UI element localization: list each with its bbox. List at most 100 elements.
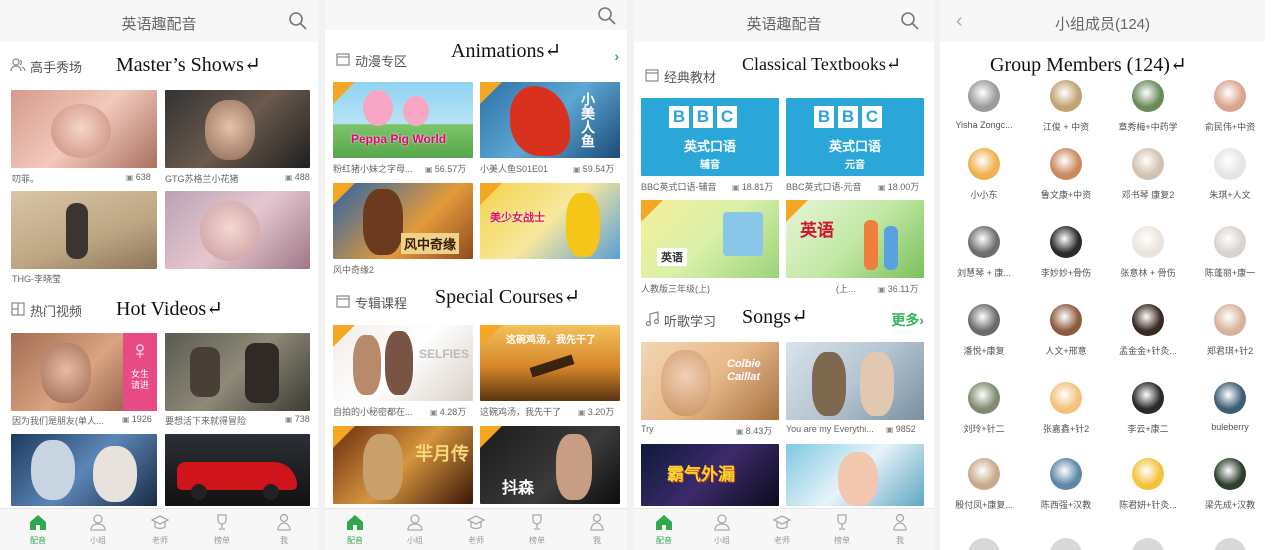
member-item[interactable]: 孟金金+针灸... — [1108, 304, 1188, 357]
tab-dub[interactable]: 配音 — [18, 513, 58, 546]
play-count: 488 — [285, 172, 310, 182]
member-item[interactable]: 章秀梅+中药学 — [1108, 80, 1188, 133]
video-thumbnail[interactable] — [11, 434, 157, 506]
video-thumbnail[interactable]: 羋月传 — [333, 426, 473, 504]
member-item[interactable]: 张嘉鑫+针2 — [1026, 382, 1106, 435]
tag-corner — [333, 426, 355, 448]
trophy-icon — [532, 514, 542, 530]
member-item[interactable]: 郑君琪+针2 — [1190, 304, 1270, 357]
panel-group-members: ‹ 小组成员(124) Group Members (124)↵ Yisha Z… — [940, 0, 1279, 550]
member-name: 鲁文康+中资 — [1040, 190, 1092, 200]
member-item[interactable]: 鲁文康+中资 — [1026, 148, 1106, 201]
member-item[interactable]: 刘玲+针二 — [944, 382, 1024, 435]
member-item[interactable]: 俞民伟+中资 — [1190, 80, 1270, 133]
more-arrow-icon[interactable]: › — [614, 48, 619, 64]
member-name: Yisha Zongc... — [955, 120, 1013, 130]
play-count: 36.11万 — [878, 282, 919, 295]
video-thumbnail[interactable] — [11, 191, 157, 269]
video-thumbnail[interactable]: 霸气外漏 — [641, 444, 779, 506]
member-item[interactable]: 陈西强+汉教 — [1026, 458, 1106, 511]
member-item[interactable]: 小小东 — [944, 148, 1024, 201]
member-item[interactable]: 殷付凤+康复... — [944, 458, 1024, 511]
video-caption: 自拍的小秘密都在... — [333, 407, 413, 417]
search-icon[interactable] — [900, 11, 920, 31]
member-item[interactable]: 李妙妙+骨伤 — [1026, 226, 1106, 279]
play-count: 738 — [285, 414, 310, 424]
video-thumbnail[interactable]: 小美人鱼 — [480, 82, 620, 158]
video-thumbnail[interactable]: 英语 — [786, 200, 924, 278]
video-thumbnail[interactable]: ♀ 女生请进 — [11, 333, 157, 411]
tab-me[interactable]: 我 — [577, 513, 617, 546]
video-thumbnail[interactable]: 这碗鸡汤，我先干了 — [480, 325, 620, 401]
tab-label: 老师 — [468, 536, 484, 545]
member-item[interactable]: 潘悦+康复 — [944, 304, 1024, 357]
member-item[interactable]: 陈蓬丽+康一 — [1190, 226, 1270, 279]
member-item[interactable]: 朱琪+人文 — [1190, 148, 1270, 201]
figure-art — [884, 226, 898, 270]
thumbnail-art-subtext: 元音 — [845, 160, 865, 171]
section-header-hot-videos: 热门视频 Hot Videos↵ — [0, 292, 318, 326]
figure-art — [353, 335, 381, 395]
video-thumbnail[interactable] — [786, 342, 924, 420]
video-thumbnail[interactable]: 英语 — [641, 200, 779, 278]
video-thumbnail[interactable]: 抖森 — [480, 426, 620, 504]
member-name: 小小东 — [970, 190, 998, 200]
tab-group[interactable]: 小组 — [78, 513, 118, 546]
tab-me[interactable]: 我 — [880, 513, 920, 546]
mermaid-art — [510, 86, 570, 156]
video-thumbnail[interactable] — [11, 90, 157, 168]
member-item[interactable]: 张意林 + 骨伤 — [1108, 226, 1188, 279]
member-item[interactable]: 李云+康二 — [1108, 382, 1188, 435]
tab-ranking[interactable]: 榜单 — [202, 513, 242, 546]
tab-group[interactable]: 小组 — [702, 513, 742, 546]
tab-teacher[interactable]: 老师 — [762, 513, 802, 546]
tab-me[interactable]: 我 — [264, 513, 304, 546]
section-header-songs: 听歌学习 Songs↵ 更多› — [634, 302, 934, 336]
video-thumbnail[interactable] — [165, 191, 310, 269]
member-item[interactable]: 刘慧琴 + 康... — [944, 226, 1024, 279]
video-thumbnail[interactable]: 美少女战士 — [480, 183, 620, 259]
top-bar: 英语趣配音 — [0, 0, 318, 42]
member-item[interactable]: buleberry — [1190, 382, 1270, 432]
video-thumbnail[interactable]: SELFIES — [333, 325, 473, 401]
pig-art — [403, 96, 429, 126]
member-name: 孟金金+针灸... — [1119, 346, 1177, 356]
member-item[interactable]: Yisha Zongc... — [944, 80, 1024, 130]
video-thumbnail[interactable]: Colbie Caillat — [641, 342, 779, 420]
tab-teacher[interactable]: 老师 — [140, 513, 180, 546]
person-icon — [893, 513, 907, 531]
video-thumbnail[interactable] — [165, 434, 310, 506]
video-thumbnail[interactable] — [165, 90, 310, 168]
video-caption: You are my Everythi... — [786, 424, 874, 434]
video-thumbnail[interactable]: B B C 英式口语 元音 — [786, 98, 924, 176]
member-item[interactable]: 陈君妍+针灸... — [1108, 458, 1188, 511]
face-art — [661, 350, 711, 416]
search-icon[interactable] — [597, 6, 617, 26]
tab-dub[interactable]: 配音 — [335, 513, 375, 546]
tab-teacher[interactable]: 老师 — [456, 513, 496, 546]
tab-label: 小组 — [714, 536, 730, 545]
more-link[interactable]: 更多› — [891, 310, 924, 330]
avatar — [1214, 304, 1246, 336]
member-item[interactable]: 人文+邢意 — [1026, 304, 1106, 357]
female-badge: ♀ 女生请进 — [123, 333, 157, 411]
play-count: 9852 — [886, 424, 916, 434]
tab-ranking[interactable]: 榜单 — [517, 513, 557, 546]
member-item[interactable]: 江俊 + 中资 — [1026, 80, 1106, 133]
tab-group[interactable]: 小组 — [395, 513, 435, 546]
avatar — [968, 382, 1000, 414]
video-thumbnail[interactable]: 风中奇缘 — [333, 183, 473, 259]
tab-ranking[interactable]: 榜单 — [822, 513, 862, 546]
video-thumbnail[interactable]: B B C 英式口语 辅音 — [641, 98, 779, 176]
thumbnail-art-text: 英语 — [657, 248, 687, 266]
section-english-label: Animations↵ — [451, 40, 562, 62]
tab-dub[interactable]: 配音 — [644, 513, 684, 546]
badge-text: 女生请进 — [130, 369, 149, 390]
member-item[interactable]: 梁先成+汉教 — [1190, 458, 1270, 511]
video-thumbnail[interactable] — [786, 444, 924, 506]
video-thumbnail[interactable] — [165, 333, 310, 411]
member-item[interactable]: 邓书琴 康复2 — [1108, 148, 1188, 201]
video-thumbnail[interactable]: Peppa Pig World — [333, 82, 473, 158]
sailor-art — [566, 193, 600, 257]
search-icon[interactable] — [288, 11, 308, 31]
